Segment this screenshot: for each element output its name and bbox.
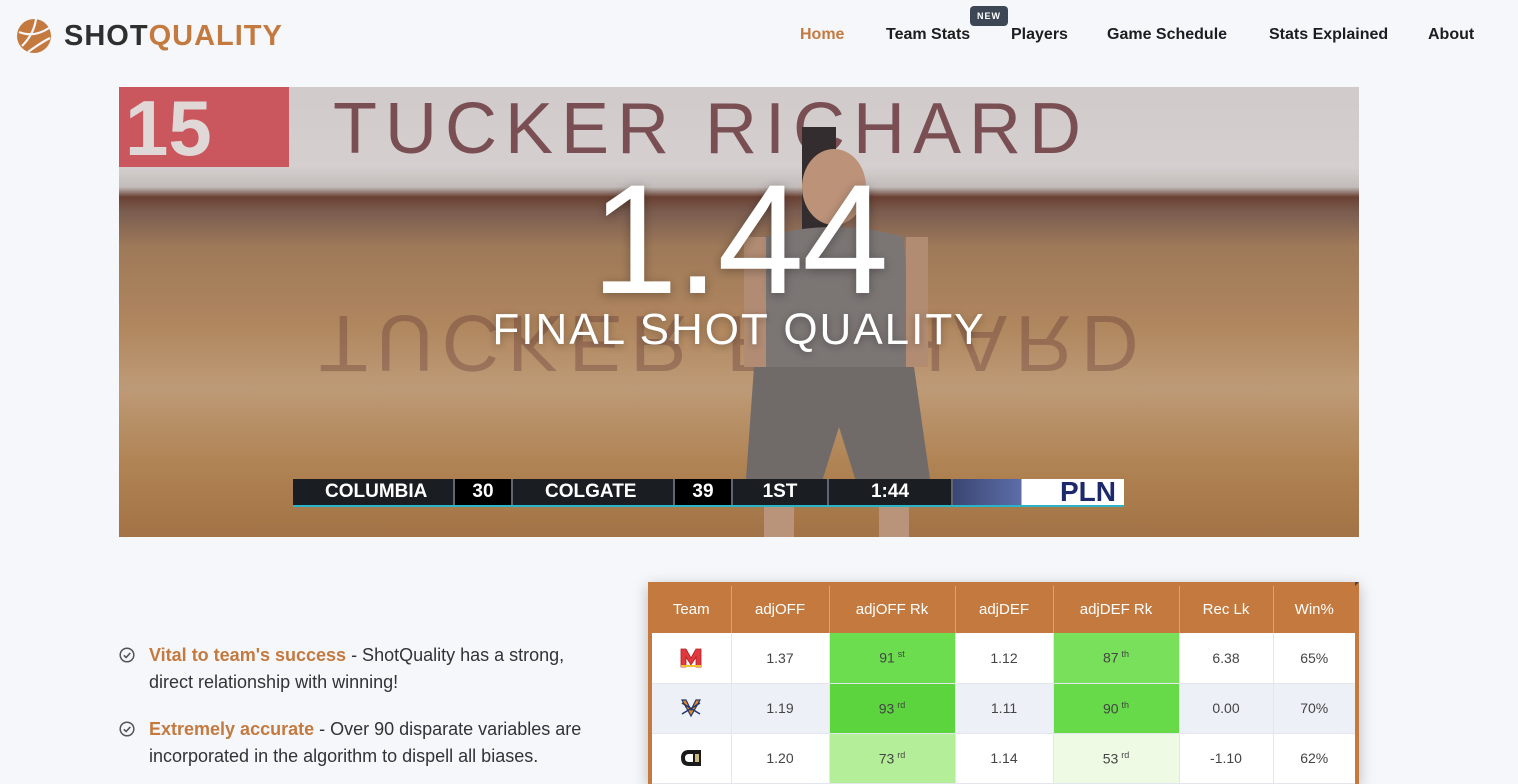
team-cell[interactable] — [652, 733, 732, 784]
col-adjdef[interactable]: adjDEF — [955, 586, 1054, 633]
rank-value: 90 — [1102, 700, 1119, 717]
scoreboard-network-logo: PLN — [953, 476, 1124, 507]
col-adjoff[interactable]: adjOFF — [731, 586, 830, 633]
team-cell[interactable] — [652, 633, 732, 684]
feature-title: Vital to team's success — [149, 645, 347, 665]
win-pct-cell: 62% — [1273, 733, 1355, 784]
hero-video[interactable]: 15 TUCKER RICHARD TUCKER RICHARD 1.44 FI… — [119, 87, 1359, 537]
adjdef-rank-cell: 87th — [1053, 633, 1180, 684]
nav-stats-explained[interactable]: Stats Explained — [1269, 24, 1388, 46]
col-win-pct[interactable]: Win% — [1273, 586, 1355, 633]
shot-quality-label: FINAL SHOT QUALITY — [492, 305, 986, 354]
main-nav: Home Team Stats Players Game Schedule St… — [0, 24, 1518, 48]
rank-value: 87 — [1102, 650, 1119, 667]
adjoff-rank-cell: 91st — [829, 633, 956, 684]
scoreboard-clock: 1:44 — [829, 479, 953, 505]
maryland-logo-icon — [680, 648, 702, 668]
rank-value: 53 — [1102, 750, 1119, 767]
adjdef-rank-cell: 53rd — [1053, 733, 1180, 784]
rec-lk-cell: 0.00 — [1179, 683, 1274, 734]
team-cell[interactable] — [652, 683, 732, 734]
feature-text: Extremely accurate - Over 90 disparate v… — [149, 716, 599, 770]
check-circle-icon — [119, 721, 135, 737]
rank-suffix: st — [897, 649, 905, 660]
site-header: SHOTQUALITY Home Team Stats Players Game… — [0, 0, 1518, 72]
table-row[interactable]: 1.19 93rd 1.11 90th 0.00 70% — [652, 683, 1355, 734]
scoreboard-score2: 39 — [675, 479, 733, 505]
adjdef-cell: 1.14 — [955, 733, 1054, 784]
scoreboard-team2: COLGATE — [513, 479, 675, 505]
col-adjoff-rank[interactable]: adjOFF Rk — [829, 586, 956, 633]
adjoff-cell: 1.19 — [731, 683, 830, 734]
nav-about[interactable]: About — [1428, 24, 1474, 46]
rank-suffix: rd — [897, 699, 906, 710]
feature-text: Vital to team's success - ShotQuality ha… — [149, 642, 599, 696]
rec-lk-cell: -1.10 — [1179, 733, 1274, 784]
rec-lk-cell: 6.38 — [1179, 633, 1274, 684]
team-stats-table: Team adjOFF adjOFF Rk adjDEF adjDEF Rk R… — [648, 582, 1359, 784]
adjoff-rank-cell: 73rd — [829, 733, 956, 784]
scoreboard: COLUMBIA 30 COLGATE 39 1ST 1:44 PLN — [293, 476, 1124, 507]
table-row[interactable]: 1.37 91st 1.12 87th 6.38 65% — [652, 633, 1355, 684]
rank-value: 93 — [878, 700, 895, 717]
adjdef-cell: 1.12 — [955, 633, 1054, 684]
rank-suffix: th — [1121, 649, 1130, 660]
rank-suffix: rd — [897, 749, 906, 760]
rank-value: 73 — [878, 750, 895, 767]
nav-home[interactable]: Home — [800, 24, 844, 46]
nav-game-schedule[interactable]: Game Schedule — [1107, 24, 1227, 46]
check-circle-icon — [119, 647, 135, 663]
virginia-logo-icon — [681, 699, 702, 718]
adjdef-rank-cell: 90th — [1053, 683, 1180, 734]
scoreboard-score1: 30 — [455, 479, 513, 505]
feature-title: Extremely accurate — [149, 719, 315, 739]
table-header-row: Team adjOFF adjOFF Rk adjDEF adjDEF Rk R… — [652, 586, 1355, 633]
shot-quality-value: 1.44 — [591, 153, 889, 327]
scoreboard-period: 1ST — [733, 479, 829, 505]
win-pct-cell: 65% — [1273, 633, 1355, 684]
nav-players[interactable]: Players — [1011, 24, 1068, 46]
rank-suffix: rd — [1121, 749, 1130, 760]
col-team[interactable]: Team — [652, 586, 732, 633]
col-adjdef-rank[interactable]: adjDEF Rk — [1053, 586, 1180, 633]
adjoff-cell: 1.37 — [731, 633, 830, 684]
scoreboard-team1: COLUMBIA — [293, 479, 455, 505]
new-badge: NEW — [970, 6, 1008, 26]
col-rec-lk[interactable]: Rec Lk — [1179, 586, 1274, 633]
adjoff-rank-cell: 93rd — [829, 683, 956, 734]
rank-value: 91 — [879, 650, 895, 667]
win-pct-cell: 70% — [1273, 683, 1355, 734]
colorado-logo-icon — [681, 750, 702, 766]
stats-table: Team adjOFF adjOFF Rk adjDEF adjDEF Rk R… — [652, 586, 1355, 784]
rank-suffix: th — [1121, 699, 1130, 710]
adjdef-cell: 1.11 — [955, 683, 1054, 734]
table-row[interactable]: 1.20 73rd 1.14 53rd -1.10 62% — [652, 733, 1355, 784]
nav-team-stats[interactable]: Team Stats — [886, 24, 970, 46]
adjoff-cell: 1.20 — [731, 733, 830, 784]
